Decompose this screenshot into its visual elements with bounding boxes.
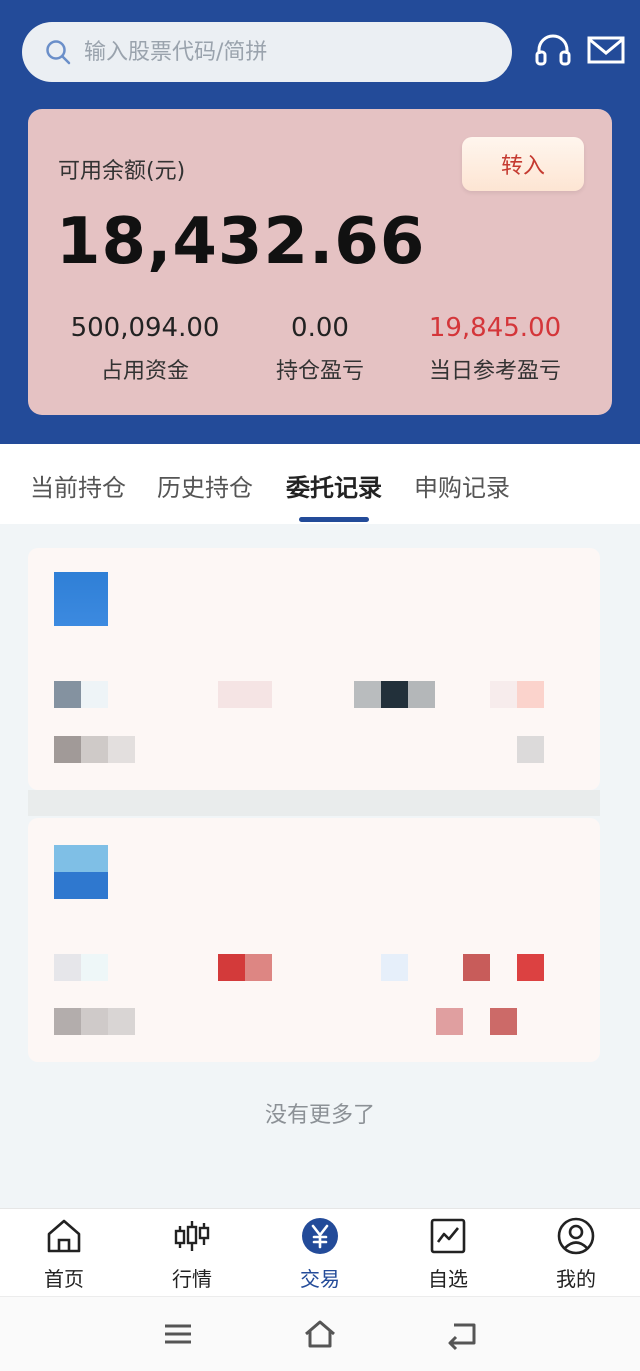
trend-chart-icon bbox=[430, 1218, 466, 1254]
obscured-pixel bbox=[108, 1008, 135, 1035]
yen-icon bbox=[302, 1218, 338, 1254]
record-tabs: 当前持仓 历史持仓 委托记录 申购记录 bbox=[0, 444, 640, 524]
stat-value: 0.00 bbox=[291, 313, 349, 343]
stock-logo-icon bbox=[54, 845, 108, 899]
obscured-pixel bbox=[54, 736, 81, 763]
record-separator bbox=[28, 790, 600, 816]
nav-label: 交易 bbox=[300, 1267, 340, 1291]
obscured-pixel bbox=[54, 1008, 81, 1035]
obscured-pixel bbox=[517, 954, 544, 981]
stock-logo-icon bbox=[54, 572, 108, 626]
nav-label: 行情 bbox=[172, 1267, 212, 1291]
stat-value: 19,845.00 bbox=[428, 313, 562, 343]
stat-label: 持仓盈亏 bbox=[275, 359, 364, 384]
search-icon bbox=[46, 40, 71, 65]
obscured-pixel bbox=[245, 954, 272, 981]
transfer-in-button[interactable]: 转入 bbox=[462, 137, 584, 191]
tab-order-records[interactable]: 委托记录 bbox=[286, 468, 382, 503]
nav-market[interactable]: 行情 bbox=[128, 1217, 256, 1292]
obscured-pixel bbox=[81, 736, 108, 763]
nav-home[interactable]: 首页 bbox=[0, 1217, 128, 1292]
bottom-nav: 首页 行情 交易 自选 我的 bbox=[0, 1208, 640, 1296]
obscured-pixel bbox=[54, 681, 81, 708]
back-icon[interactable] bbox=[444, 1317, 480, 1351]
obscured-pixel bbox=[54, 954, 81, 981]
obscured-pixel bbox=[218, 681, 272, 708]
headset-icon[interactable] bbox=[533, 30, 573, 70]
stat-daily-pnl: 19,845.00 当日参考盈亏 bbox=[378, 313, 612, 385]
account-stats: 500,094.00 占用资金 0.00 持仓盈亏 19,845.00 当日参考… bbox=[28, 313, 612, 385]
balance-label: 可用余额(元) bbox=[58, 159, 186, 184]
obscured-pixel bbox=[408, 681, 435, 708]
stat-label: 当日参考盈亏 bbox=[428, 359, 561, 384]
obscured-pixel bbox=[381, 954, 408, 981]
available-balance: 18,432.66 bbox=[56, 205, 426, 279]
end-of-list-text: 没有更多了 bbox=[264, 1103, 375, 1128]
order-record-card[interactable] bbox=[28, 548, 600, 790]
order-record-card[interactable] bbox=[28, 818, 600, 1062]
obscured-pixel bbox=[517, 736, 544, 763]
tab-history-positions[interactable]: 历史持仓 bbox=[157, 468, 253, 503]
search-bar[interactable] bbox=[22, 22, 512, 82]
obscured-pixel bbox=[108, 736, 135, 763]
obscured-pixel bbox=[490, 1008, 517, 1035]
obscured-pixel bbox=[81, 681, 108, 708]
stat-occupied-funds: 500,094.00 占用资金 bbox=[28, 313, 262, 385]
home-icon bbox=[47, 1219, 81, 1253]
obscured-pixel bbox=[517, 681, 544, 708]
obscured-pixel bbox=[436, 1008, 463, 1035]
search-input[interactable] bbox=[84, 39, 464, 65]
menu-icon[interactable] bbox=[160, 1317, 196, 1351]
obscured-pixel bbox=[354, 681, 381, 708]
system-nav-bar bbox=[0, 1296, 640, 1371]
mail-icon[interactable] bbox=[586, 30, 626, 70]
obscured-pixel bbox=[81, 1008, 108, 1035]
tab-current-positions[interactable]: 当前持仓 bbox=[30, 468, 126, 503]
obscured-pixel bbox=[381, 681, 408, 708]
nav-watchlist[interactable]: 自选 bbox=[384, 1217, 512, 1292]
nav-label: 自选 bbox=[428, 1267, 468, 1291]
nav-label: 首页 bbox=[44, 1267, 84, 1291]
balance-card: 可用余额(元) 转入 18,432.66 500,094.00 占用资金 0.0… bbox=[28, 109, 612, 415]
stat-label: 占用资金 bbox=[100, 359, 189, 384]
obscured-pixel bbox=[463, 954, 490, 981]
stat-value: 500,094.00 bbox=[70, 313, 220, 343]
candlestick-icon bbox=[174, 1221, 210, 1251]
user-icon bbox=[557, 1217, 595, 1255]
nav-trade[interactable]: 交易 bbox=[256, 1217, 384, 1292]
nav-profile[interactable]: 我的 bbox=[512, 1217, 640, 1292]
stat-position-pnl: 0.00 持仓盈亏 bbox=[262, 313, 378, 385]
nav-label: 我的 bbox=[556, 1267, 596, 1291]
obscured-pixel bbox=[490, 681, 517, 708]
active-tab-indicator bbox=[299, 517, 369, 522]
obscured-pixel bbox=[218, 954, 245, 981]
header: 可用余额(元) 转入 18,432.66 500,094.00 占用资金 0.0… bbox=[0, 0, 640, 444]
home-button-icon[interactable] bbox=[302, 1317, 338, 1351]
obscured-pixel bbox=[81, 954, 108, 981]
tab-subscription-records[interactable]: 申购记录 bbox=[414, 468, 510, 503]
